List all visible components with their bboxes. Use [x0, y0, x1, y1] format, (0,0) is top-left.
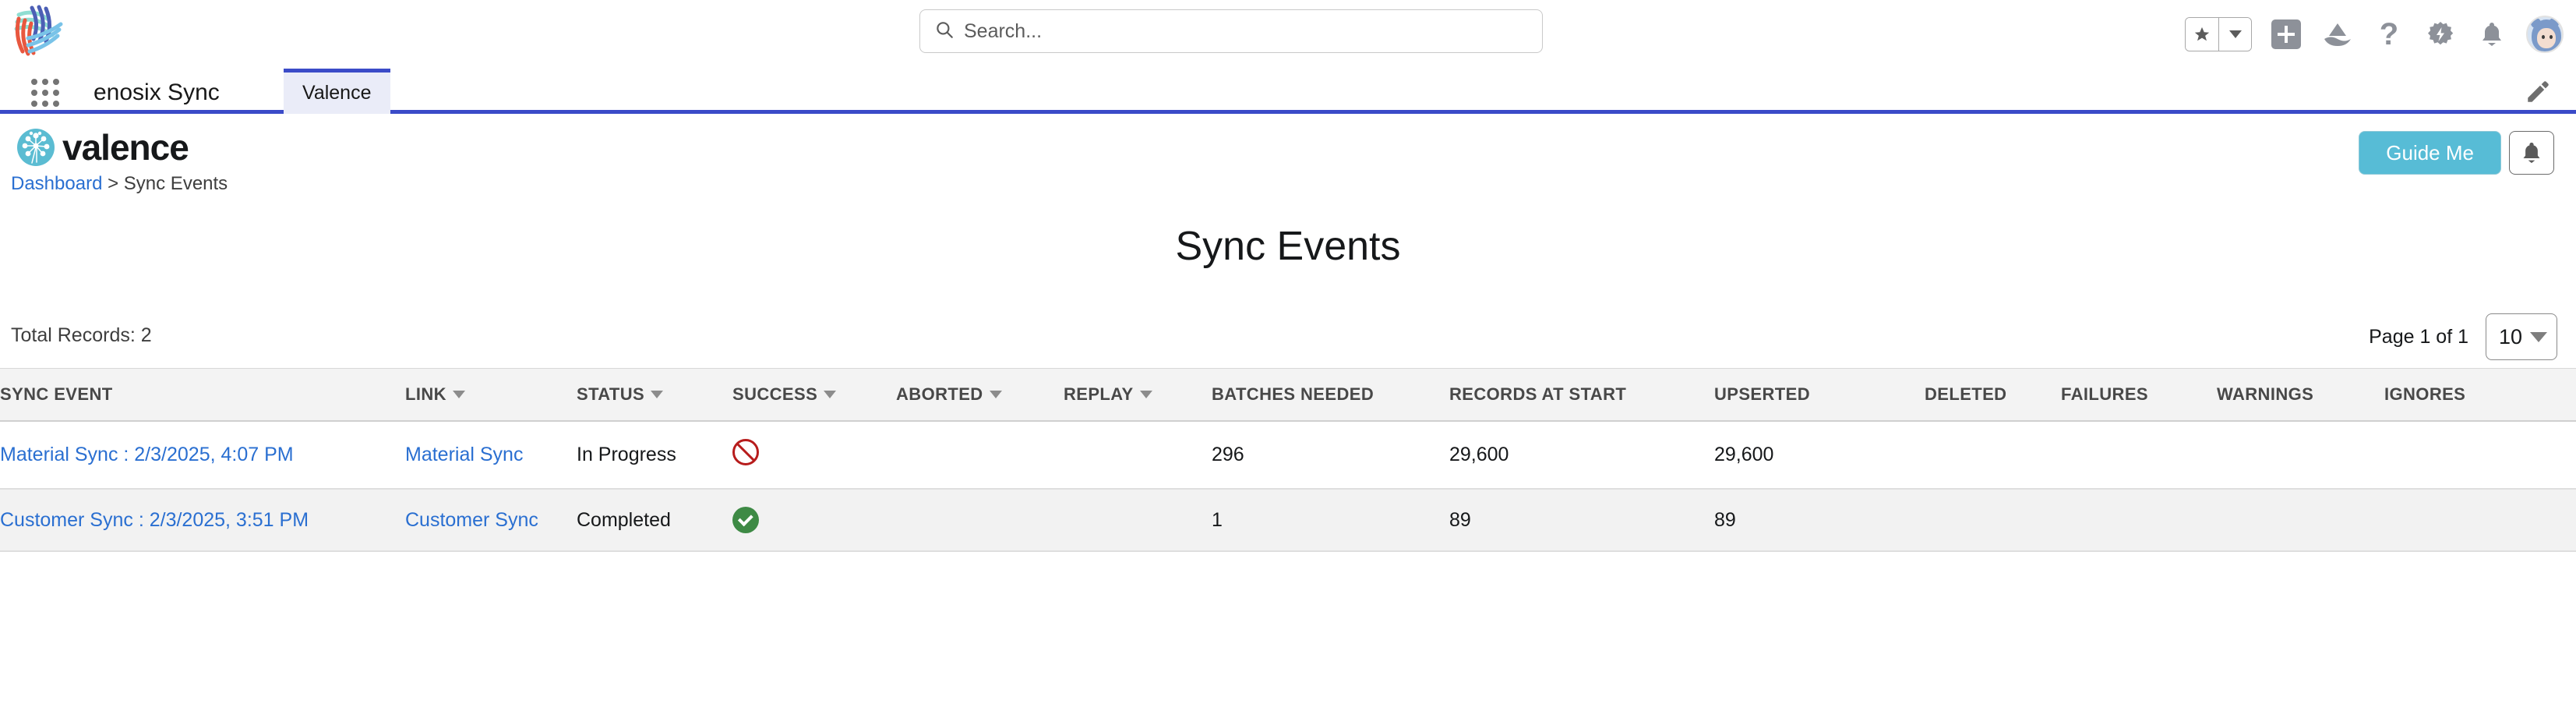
column-header-replay[interactable]: REPLAY	[1064, 369, 1212, 422]
page-indicator: Page 1 of 1	[2369, 325, 2468, 348]
pagination-controls: Page 1 of 1 10	[2369, 313, 2557, 360]
column-header-records-at-start[interactable]: RECORDS AT START	[1449, 369, 1714, 422]
cell-status: Completed	[577, 508, 671, 531]
cell-ignores	[2384, 421, 2576, 489]
app-launcher-waffle-icon[interactable]	[31, 79, 59, 107]
valence-logo: valence	[17, 126, 189, 168]
enosix-logo[interactable]	[11, 2, 69, 59]
valence-notifications-bell-icon[interactable]	[2509, 131, 2554, 175]
favorites-group[interactable]	[2185, 17, 2252, 51]
notifications-bell-icon[interactable]	[2475, 17, 2509, 51]
header-icon-group: ?	[2185, 0, 2564, 69]
column-header-batches-needed[interactable]: BATCHES NEEDED	[1212, 369, 1449, 422]
table-header-row: SYNC EVENT LINK STATUS SUCCESS ABORTED R…	[0, 368, 2576, 422]
column-header-upserted[interactable]: UPSERTED	[1714, 369, 1925, 422]
cell-records-at-start: 89	[1449, 508, 1471, 531]
cell-link: Customer Sync	[405, 489, 577, 551]
favorites-dropdown-icon[interactable]	[2218, 18, 2251, 51]
column-header-failures[interactable]: FAILURES	[2061, 369, 2217, 422]
cell-status: In Progress	[577, 444, 676, 465]
breadcrumb-current: Sync Events	[123, 173, 228, 194]
sort-caret-icon	[452, 391, 465, 398]
sort-caret-icon	[651, 391, 664, 398]
page-size-select[interactable]: 10	[2486, 313, 2557, 360]
cell-replay	[1064, 421, 1212, 489]
column-header-sync-event[interactable]: SYNC EVENT	[0, 369, 405, 422]
main-content: Sync Events Total Records: 2 Page 1 of 1…	[0, 223, 2576, 552]
cell-records-at-start: 29,600	[1449, 444, 1509, 465]
cell-success	[732, 489, 896, 551]
breadcrumb-dashboard-link[interactable]: Dashboard	[11, 173, 102, 194]
chevron-down-icon	[2530, 331, 2547, 342]
cell-sync-event: Material Sync : 2/3/2025, 4:07 PM	[0, 421, 405, 489]
sync-link[interactable]: Material Sync	[405, 444, 523, 465]
global-actions-plus-icon[interactable]	[2269, 17, 2303, 51]
app-name-label: enosix Sync	[94, 80, 220, 105]
total-records-label: Total Records: 2	[11, 324, 152, 346]
cell-sync-event: Customer Sync : 2/3/2025, 3:51 PM	[0, 489, 405, 551]
setup-gear-icon[interactable]	[2423, 17, 2458, 51]
search-input[interactable]	[964, 19, 1528, 43]
cell-aborted	[896, 421, 1064, 489]
ban-icon	[732, 439, 759, 465]
page-title: Sync Events	[1175, 224, 1401, 269]
sync-event-link[interactable]: Material Sync : 2/3/2025, 4:07 PM	[0, 444, 294, 465]
cell-success	[732, 421, 896, 489]
tab-valence-label: Valence	[302, 82, 372, 104]
cell-failures	[2061, 489, 2217, 551]
column-header-aborted[interactable]: ABORTED	[896, 369, 1064, 422]
brand-actions: Guide Me	[2359, 131, 2554, 175]
cell-batches-needed: 296	[1212, 444, 1244, 465]
cell-link: Material Sync	[405, 421, 577, 489]
global-search[interactable]	[919, 9, 1543, 53]
user-avatar[interactable]	[2526, 16, 2564, 53]
cell-ignores	[2384, 489, 2576, 551]
cell-deleted	[1925, 421, 2061, 489]
valence-brand-bar: valence Dashboard > Sync Events Guide Me	[0, 114, 2576, 215]
valence-dandelion-icon	[17, 129, 55, 166]
cell-upserted: 29,600	[1714, 444, 1774, 465]
sync-event-link[interactable]: Customer Sync : 2/3/2025, 3:51 PM	[0, 509, 309, 531]
sort-caret-icon	[989, 391, 1002, 398]
column-header-deleted[interactable]: DELETED	[1925, 369, 2061, 422]
guide-me-button[interactable]: Guide Me	[2359, 131, 2501, 175]
app-tab-bar: enosix Sync Valence	[0, 69, 2576, 114]
cell-deleted	[1925, 489, 2061, 551]
column-header-link[interactable]: LINK	[405, 369, 577, 422]
table-row: Customer Sync : 2/3/2025, 3:51 PM Custom…	[0, 489, 2576, 551]
help-question-icon[interactable]: ?	[2372, 17, 2406, 51]
search-icon	[934, 19, 955, 44]
breadcrumb-separator: >	[108, 173, 119, 194]
global-header: ?	[0, 0, 2576, 69]
sort-caret-icon	[824, 391, 837, 398]
sync-link[interactable]: Customer Sync	[405, 509, 538, 531]
app-launcher-mountain-icon[interactable]	[2320, 17, 2355, 51]
valence-wordmark: valence	[62, 127, 189, 168]
cell-warnings	[2217, 489, 2384, 551]
column-header-success[interactable]: SUCCESS	[732, 369, 896, 422]
check-circle-icon	[732, 507, 759, 533]
cell-aborted	[896, 489, 1064, 551]
breadcrumb: Dashboard > Sync Events	[11, 173, 228, 195]
favorites-star-icon[interactable]	[2186, 18, 2218, 51]
cell-failures	[2061, 421, 2217, 489]
column-header-status[interactable]: STATUS	[577, 369, 732, 422]
table-row: Material Sync : 2/3/2025, 4:07 PM Materi…	[0, 421, 2576, 489]
pencil-edit-icon[interactable]	[2525, 79, 2551, 105]
cell-replay	[1064, 489, 1212, 551]
column-header-ignores[interactable]: IGNORES	[2384, 369, 2576, 422]
sort-caret-icon	[1139, 391, 1152, 398]
sync-events-table: SYNC EVENT LINK STATUS SUCCESS ABORTED R…	[0, 368, 2576, 552]
cell-upserted: 89	[1714, 508, 1736, 531]
column-header-warnings[interactable]: WARNINGS	[2217, 369, 2384, 422]
page-size-value: 10	[2499, 324, 2523, 348]
tab-valence[interactable]: Valence	[284, 69, 390, 114]
table-meta-row: Total Records: 2 Page 1 of 1 10	[0, 313, 2576, 368]
cell-warnings	[2217, 421, 2384, 489]
cell-batches-needed: 1	[1212, 508, 1223, 531]
